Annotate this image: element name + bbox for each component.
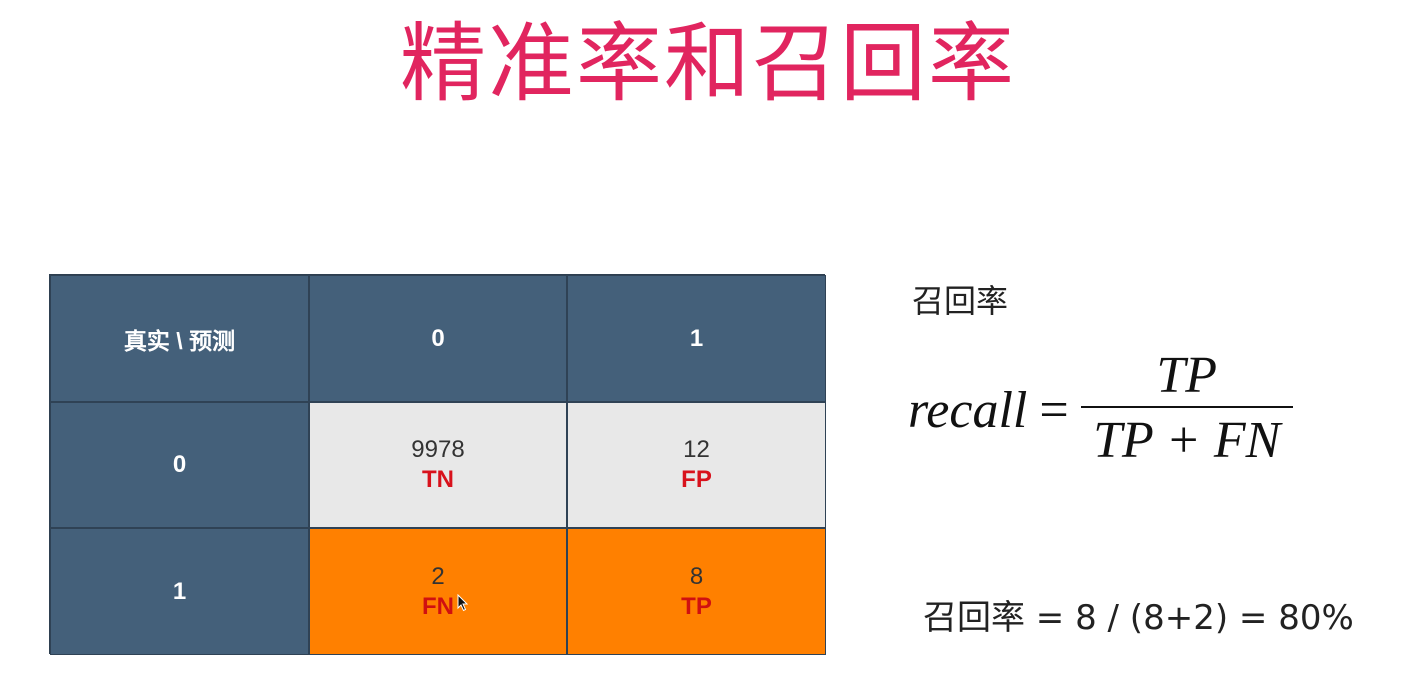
formula-denominator: TP + FN <box>1093 412 1281 469</box>
recall-calculation: 召回率 = 8 / (8+2) = 80% <box>923 598 1354 638</box>
mouse-cursor-icon <box>457 594 469 612</box>
cell-fp: 12 FP <box>567 402 826 528</box>
cell-tn-label: TN <box>422 466 454 493</box>
cell-tp-label: TP <box>681 592 712 620</box>
col-header-predicted-0: 0 <box>309 275 567 402</box>
formula-equals: = <box>1039 381 1069 439</box>
col-header-predicted-1: 1 <box>567 275 826 402</box>
recall-heading: 召回率 <box>912 282 1009 320</box>
row-header-actual-1: 1 <box>50 528 309 655</box>
cell-fn: 2 FN <box>309 528 567 655</box>
formula-lhs: recall <box>908 381 1028 439</box>
row-header-actual-0: 0 <box>50 402 309 528</box>
cell-fn-value: 2 <box>431 562 445 590</box>
cell-tp-value: 8 <box>689 562 704 590</box>
confusion-matrix: 真实 \ 预测 0 1 0 9978 TN 12 FP 1 2 FN 8 TP <box>49 274 826 655</box>
formula-fraction: TP TP + FN <box>1080 346 1293 474</box>
cell-tp: 8 TP <box>567 528 826 655</box>
recall-formula: recall = TP TP + FN <box>908 335 1293 485</box>
cell-fp-value: 12 <box>683 436 710 463</box>
cell-fn-label: FN <box>422 592 454 620</box>
formula-numerator: TP <box>1156 347 1218 404</box>
cell-tn-value: 9978 <box>411 436 465 463</box>
cell-fp-label: FP <box>681 466 712 493</box>
cell-tn: 9978 TN <box>309 402 567 528</box>
matrix-corner-header: 真实 \ 预测 <box>50 275 309 402</box>
page-title: 精准率和召回率 <box>400 14 1016 114</box>
